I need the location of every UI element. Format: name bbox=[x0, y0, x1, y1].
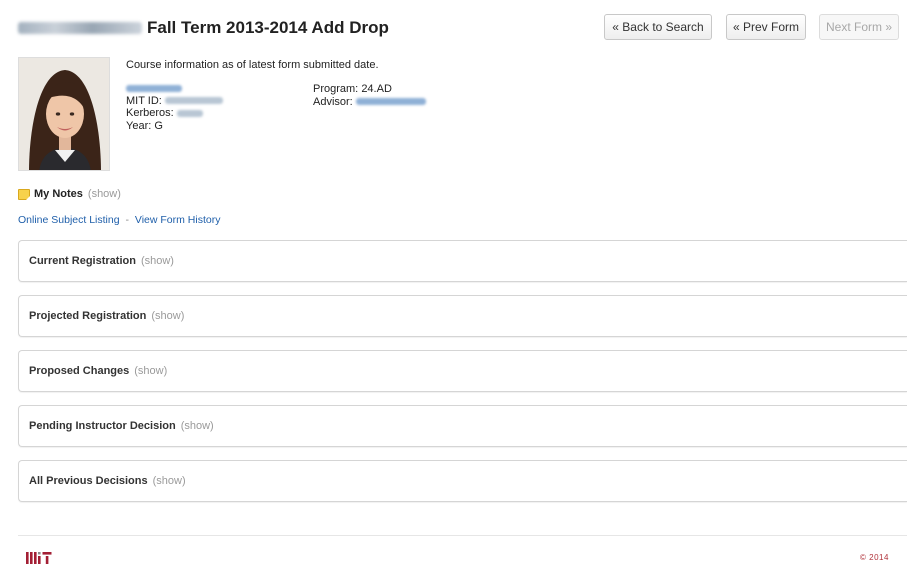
advisor-label: Advisor: bbox=[313, 95, 353, 108]
kerberos-row: Kerberos: bbox=[126, 107, 223, 120]
student-info-left: MIT ID: Kerberos: Year: G bbox=[126, 82, 223, 132]
mit-logo[interactable] bbox=[26, 551, 52, 569]
year-label: Year: bbox=[126, 119, 152, 132]
add-drop-page: Fall Term 2013-2014 Add Drop « Back to S… bbox=[0, 0, 907, 566]
panel-title: All Previous Decisions bbox=[29, 475, 148, 487]
advisor-row: Advisor: bbox=[313, 96, 426, 109]
link-separator: - bbox=[125, 214, 129, 226]
next-form-button[interactable]: Next Form » bbox=[819, 14, 899, 40]
mit-id-row: MIT ID: bbox=[126, 95, 223, 108]
panel-toggle[interactable]: (show) bbox=[151, 310, 184, 322]
mit-id-label: MIT ID: bbox=[126, 94, 162, 107]
title-row: Fall Term 2013-2014 Add Drop bbox=[18, 16, 389, 40]
advisor-link-redacted[interactable] bbox=[355, 98, 426, 106]
my-notes-label: My Notes bbox=[34, 188, 83, 200]
mit-id-redacted bbox=[164, 97, 223, 105]
copyright: © 2014 bbox=[860, 553, 889, 562]
online-subject-listing-link[interactable]: Online Subject Listing bbox=[18, 214, 120, 226]
program-row: Program: 24.AD bbox=[313, 83, 426, 96]
portrait-image bbox=[19, 58, 109, 170]
student-name-line bbox=[126, 82, 223, 95]
back-to-search-button[interactable]: « Back to Search bbox=[604, 14, 712, 40]
panel-projected-registration[interactable]: Projected Registration (show) bbox=[18, 295, 907, 337]
sticky-note-icon bbox=[18, 188, 30, 200]
kerberos-label: Kerberos: bbox=[126, 107, 174, 119]
panel-toggle[interactable]: (show) bbox=[141, 255, 174, 267]
panel-title: Projected Registration bbox=[29, 310, 147, 322]
year-value: G bbox=[154, 119, 163, 132]
program-label: Program: bbox=[313, 83, 359, 95]
panel-pending-instructor-decision[interactable]: Pending Instructor Decision (show) bbox=[18, 405, 907, 447]
prev-form-button[interactable]: « Prev Form bbox=[726, 14, 806, 40]
my-notes[interactable]: My Notes (show) bbox=[18, 188, 121, 200]
student-photo bbox=[18, 57, 110, 171]
panel-proposed-changes[interactable]: Proposed Changes (show) bbox=[18, 350, 907, 392]
subject-links: Online Subject Listing - View Form Histo… bbox=[18, 214, 220, 226]
panel-title: Pending Instructor Decision bbox=[29, 420, 176, 432]
course-info-note: Course information as of latest form sub… bbox=[126, 59, 379, 71]
mit-logo-mark bbox=[26, 552, 52, 564]
program-value: 24.AD bbox=[361, 83, 392, 95]
panel-title: Current Registration bbox=[29, 255, 136, 267]
panel-title: Proposed Changes bbox=[29, 365, 130, 377]
student-name-redacted bbox=[18, 22, 142, 34]
my-notes-toggle[interactable]: (show) bbox=[88, 188, 121, 200]
panel-toggle[interactable]: (show) bbox=[153, 475, 186, 487]
panel-all-previous-decisions[interactable]: All Previous Decisions (show) bbox=[18, 460, 907, 502]
kerberos-redacted bbox=[176, 109, 203, 117]
footer-divider bbox=[18, 535, 907, 536]
panel-toggle[interactable]: (show) bbox=[181, 420, 214, 432]
panel-current-registration[interactable]: Current Registration (show) bbox=[18, 240, 907, 282]
student-info-right: Program: 24.AD Advisor: bbox=[313, 83, 426, 108]
page-title: Fall Term 2013-2014 Add Drop bbox=[147, 18, 389, 37]
student-name-link-redacted[interactable] bbox=[126, 84, 182, 92]
panel-toggle[interactable]: (show) bbox=[134, 365, 167, 377]
year-row: Year: G bbox=[126, 120, 223, 133]
view-form-history-link[interactable]: View Form History bbox=[135, 214, 221, 226]
